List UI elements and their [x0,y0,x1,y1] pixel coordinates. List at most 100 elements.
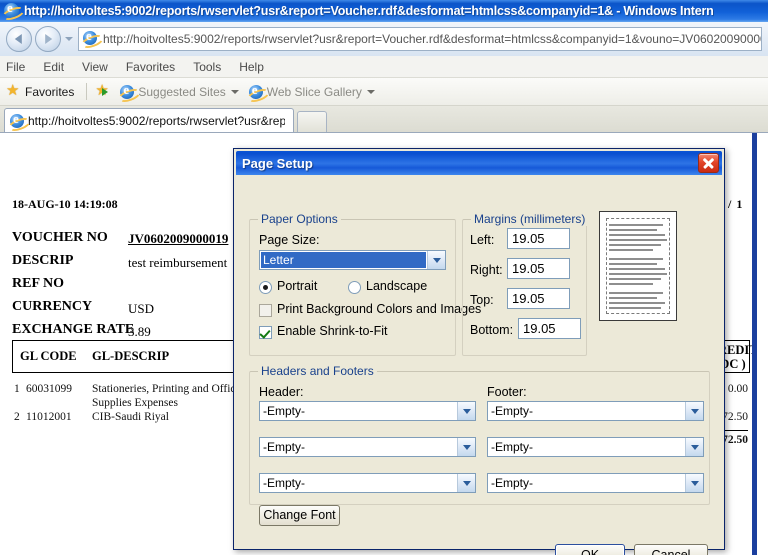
print-background-label[interactable]: Print Background Colors and Images [277,302,481,316]
row-2-descrip: CIB-Saudi Riyal [92,411,169,423]
cancel-button[interactable]: Cancel [634,544,708,555]
portrait-radio[interactable] [259,281,272,294]
header-select-3-value: -Empty- [260,476,457,490]
margin-right-input[interactable]: 19.05 [507,258,570,279]
margin-left-input[interactable]: 19.05 [507,228,570,249]
margin-right-label: Right: [470,263,503,277]
page-size-label: Page Size: [259,233,319,247]
footer-select-2[interactable]: -Empty- [487,437,704,457]
dialog-body: Paper Options Page Size: Letter Portrait… [234,177,724,549]
address-input[interactable]: http://hoitvoltes5:9002/reports/rwservle… [103,32,761,46]
chevron-down-icon[interactable] [457,402,475,420]
header-select-1[interactable]: -Empty- [259,401,476,421]
field-label-descrip: DESCRIP [12,253,73,269]
margin-bottom-label: Bottom: [470,323,513,337]
menu-item-view[interactable]: View [82,60,108,74]
row-1-descrip: Stationeries, Printing and Office [92,383,241,395]
field-label-ref-no: REF NO [12,276,64,292]
header-select-2[interactable]: -Empty- [259,437,476,457]
internet-explorer-icon [4,3,20,19]
row-1-gl-code: 60031099 [26,383,72,395]
internet-explorer-icon [249,85,263,99]
headers-footers-legend: Headers and Footers [258,364,377,378]
menu-bar: File Edit View Favorites Tools Help [0,56,768,78]
header-select-2-value: -Empty- [260,440,457,454]
ok-button[interactable]: OK [555,544,625,555]
report-timestamp: 18-AUG-10 14:19:08 [12,197,118,212]
window-titlebar: http://hoitvoltes5:9002/reports/rwservle… [0,0,768,22]
menu-item-file[interactable]: File [6,60,25,74]
chevron-down-icon[interactable] [457,438,475,456]
page-size-value: Letter [261,252,426,268]
page-size-select[interactable]: Letter [259,250,446,270]
menu-item-favorites[interactable]: Favorites [126,60,175,74]
field-value-voucher-no: JV0602009000019 [128,231,228,247]
chevron-down-icon[interactable] [367,90,375,94]
field-label-exchange-rate: EXCHANGE RATE [12,322,134,338]
favorites-button[interactable]: Favorites [25,85,74,99]
footer-select-3[interactable]: -Empty- [487,473,704,493]
close-icon[interactable] [698,153,719,173]
footer-select-3-value: -Empty- [488,476,685,490]
browser-window: http://hoitvoltes5:9002/reports/rwservle… [0,0,768,555]
star-icon [6,84,21,99]
margin-left-label: Left: [470,233,494,247]
table-header-gl-descrip: GL-DESCRIP [92,349,169,364]
field-label-voucher-no: VOUCHER NO [12,230,108,246]
chevron-down-icon[interactable] [231,90,239,94]
footer-label: Footer: [487,385,527,399]
suggested-sites-button[interactable]: Suggested Sites [120,85,238,99]
suggested-sites-label: Suggested Sites [138,85,225,99]
web-slice-gallery-label: Web Slice Gallery [267,85,362,99]
menu-item-help[interactable]: Help [239,60,264,74]
row-2-no: 2 [14,411,20,423]
landscape-radio[interactable] [348,281,361,294]
page-favicon-icon [83,31,99,47]
field-value-exchange-rate: 3.89 [128,324,151,340]
window-title: http://hoitvoltes5:9002/reports/rwservle… [24,4,714,18]
header-label: Header: [259,385,303,399]
chevron-down-icon[interactable] [457,474,475,492]
chevron-down-icon[interactable] [685,438,703,456]
footer-select-1-value: -Empty- [488,404,685,418]
header-select-3[interactable]: -Empty- [259,473,476,493]
chevron-down-icon[interactable] [685,402,703,420]
portrait-label[interactable]: Portrait [277,279,317,293]
header-select-1-value: -Empty- [260,404,457,418]
chevron-down-icon[interactable] [427,251,445,269]
print-background-checkbox[interactable] [259,304,272,317]
new-tab-button[interactable] [297,111,327,132]
page-preview-thumbnail [599,211,685,329]
row-2-gl-code: 11012001 [26,411,72,423]
tab-voucher-report[interactable]: http://hoitvoltes5:9002/reports/rwservle… [4,108,294,132]
back-button[interactable] [6,26,32,52]
dialog-title: Page Setup [236,156,313,171]
tab-label: http://hoitvoltes5:9002/reports/rwservle… [28,114,285,128]
margin-top-input[interactable]: 19.05 [507,288,570,309]
footer-select-1[interactable]: -Empty- [487,401,704,421]
favorites-bar: Favorites Suggested Sites Web Slice Gall… [0,78,768,106]
toolbar-divider [86,83,87,100]
history-dropdown-icon[interactable] [63,28,75,50]
add-to-favorites-icon[interactable] [95,84,110,99]
page-setup-dialog: Page Setup Paper Options Page Size: Lett… [233,148,725,550]
footer-select-2-value: -Empty- [488,440,685,454]
address-bar[interactable]: http://hoitvoltes5:9002/reports/rwservle… [78,27,762,51]
shrink-to-fit-label[interactable]: Enable Shrink-to-Fit [277,324,387,338]
web-slice-gallery-button[interactable]: Web Slice Gallery [249,85,375,99]
field-value-currency: USD [128,301,154,317]
change-font-button[interactable]: Change Font [259,505,340,526]
margin-bottom-input[interactable]: 19.05 [518,318,581,339]
row-1-descrip-2: Supplies Expenses [92,397,178,409]
landscape-label[interactable]: Landscape [366,279,427,293]
paper-options-legend: Paper Options [258,212,341,226]
field-value-descrip: test reimbursement [128,255,227,271]
report-outer-margin [757,133,768,555]
table-header-gl-code: GL CODE [20,349,77,364]
menu-item-tools[interactable]: Tools [193,60,221,74]
chevron-down-icon[interactable] [685,474,703,492]
tab-strip: http://hoitvoltes5:9002/reports/rwservle… [0,106,768,133]
menu-item-edit[interactable]: Edit [43,60,64,74]
forward-button[interactable] [35,26,61,52]
shrink-to-fit-checkbox[interactable] [259,326,272,339]
